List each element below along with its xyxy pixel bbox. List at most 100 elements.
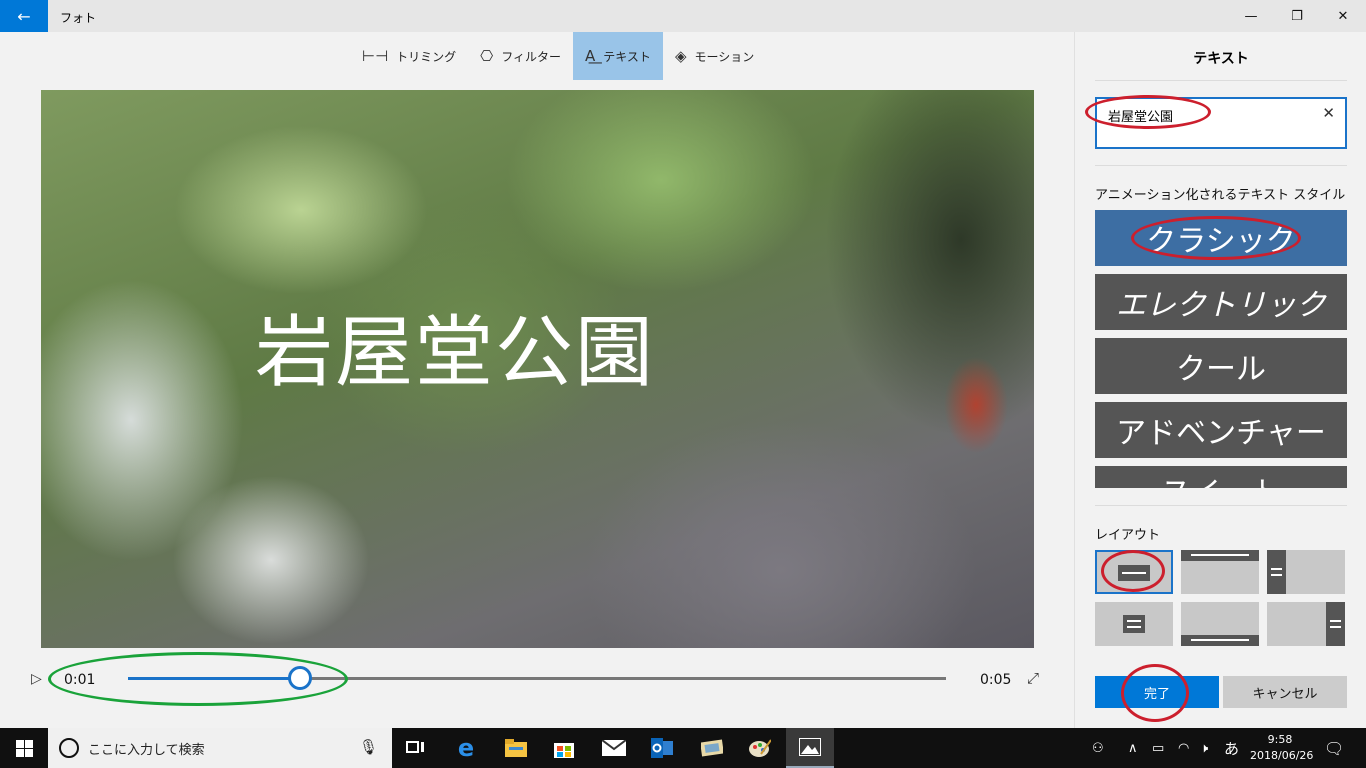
- photos-app-icon[interactable]: [786, 728, 834, 768]
- tab-label: トリミング: [396, 49, 457, 64]
- clock-date: 2018/06/26: [1250, 749, 1314, 762]
- close-icon: ✕: [1337, 8, 1349, 24]
- search-placeholder: ここに入力して検索: [88, 743, 205, 758]
- photo-viewer-glyph: [701, 739, 723, 757]
- layout-left-bar[interactable]: [1267, 550, 1345, 594]
- layout-center-large[interactable]: [1095, 550, 1173, 594]
- tab-label: モーション: [694, 49, 755, 64]
- title-bar: ← フォト — ❐ ✕: [0, 0, 1366, 32]
- microphone-icon[interactable]: 🎙: [359, 738, 378, 756]
- timeline-track[interactable]: [128, 677, 946, 680]
- clock[interactable]: 9:58 2018/06/26: [1250, 732, 1314, 764]
- divider: [1095, 165, 1347, 166]
- divider: [1095, 80, 1347, 81]
- close-button[interactable]: ✕: [1320, 0, 1366, 32]
- mail-glyph: [602, 740, 626, 756]
- tab-motion[interactable]: ◈ モーション: [663, 32, 766, 80]
- text-input-value: 岩屋堂公園: [1108, 110, 1174, 125]
- tray-overflow-icon[interactable]: ∧: [1128, 728, 1138, 768]
- layout-bar: [1123, 615, 1145, 633]
- ime-indicator[interactable]: あ: [1224, 728, 1239, 768]
- maximize-button[interactable]: ❐: [1274, 0, 1320, 32]
- back-button[interactable]: ←: [0, 0, 48, 32]
- paint-icon[interactable]: [736, 728, 784, 768]
- fullscreen-button[interactable]: ⤢: [1027, 669, 1039, 687]
- edge-browser-icon[interactable]: e: [442, 728, 490, 768]
- text-panel: テキスト 岩屋堂公園 ✕ アニメーション化されるテキスト スタイル クラシック …: [1074, 32, 1366, 728]
- motion-icon: ◈: [674, 47, 687, 65]
- filter-icon: ⎔: [480, 47, 494, 65]
- video-preview[interactable]: 岩屋堂公園: [41, 90, 1034, 648]
- layout-line: [1330, 626, 1341, 628]
- style-sweet[interactable]: スイート: [1095, 466, 1347, 488]
- file-explorer-icon[interactable]: [492, 728, 540, 768]
- done-button[interactable]: 完了: [1095, 676, 1219, 708]
- app-title: フォト: [60, 11, 97, 25]
- task-view-glyph: [406, 741, 424, 753]
- outlook-icon[interactable]: [638, 728, 686, 768]
- windows-logo-icon: [15, 739, 33, 757]
- layout-center-small[interactable]: [1095, 602, 1173, 646]
- photo-viewer-icon[interactable]: [688, 728, 736, 768]
- timeline-thumb[interactable]: [287, 666, 312, 690]
- play-button[interactable]: ▷: [31, 671, 42, 687]
- layout-line: [1122, 572, 1146, 574]
- volume-icon[interactable]: 🕨: [1200, 728, 1208, 768]
- folder-glyph: [505, 739, 527, 757]
- outlook-glyph: [651, 738, 673, 758]
- style-classic[interactable]: クラシック: [1095, 210, 1347, 266]
- minimize-button[interactable]: —: [1228, 0, 1274, 32]
- layout-line: [1191, 554, 1249, 556]
- mail-icon[interactable]: [590, 728, 638, 768]
- layout-label: レイアウト: [1095, 528, 1161, 543]
- layout-right-bar[interactable]: [1267, 602, 1345, 646]
- photos-glyph: [799, 738, 821, 756]
- back-arrow-icon: ←: [17, 6, 31, 26]
- cortana-icon: [59, 738, 79, 758]
- layout-top-banner[interactable]: [1181, 550, 1259, 594]
- start-button[interactable]: [0, 728, 48, 768]
- battery-icon[interactable]: ▭: [1152, 728, 1164, 768]
- tab-filter[interactable]: ⎔ フィルター: [468, 32, 573, 80]
- text-style-list[interactable]: クラシック エレクトリック クール アドベンチャー スイート: [1095, 210, 1347, 488]
- trim-icon: ⊢⊣: [362, 47, 389, 65]
- task-view-icon[interactable]: [392, 728, 440, 768]
- edit-toolbar: ⊢⊣ トリミング ⎔ フィルター A͟ テキスト ◈ モーション: [350, 32, 766, 80]
- layout-line: [1191, 639, 1249, 641]
- paint-glyph: [749, 739, 771, 757]
- cancel-button[interactable]: キャンセル: [1223, 676, 1347, 708]
- people-icon[interactable]: ⚇: [1092, 728, 1104, 768]
- layout-line: [1271, 568, 1282, 570]
- panel-title: テキスト: [1193, 51, 1249, 67]
- layout-line: [1127, 620, 1141, 622]
- preview-overlay-text: 岩屋堂公園: [254, 308, 655, 398]
- layout-bar: [1267, 550, 1286, 594]
- tab-text[interactable]: A͟ テキスト: [573, 32, 663, 80]
- current-time: 0:01: [64, 672, 96, 688]
- text-input[interactable]: 岩屋堂公園 ✕: [1095, 97, 1347, 149]
- layout-line: [1127, 626, 1141, 628]
- layout-line: [1271, 574, 1282, 576]
- style-electric[interactable]: エレクトリック: [1095, 274, 1347, 330]
- taskbar: ここに入力して検索 🎙 e ⚇ ∧ ▭ ◠ 🕨 あ 9:58 2018/06/2…: [0, 728, 1366, 768]
- style-adventure[interactable]: アドベンチャー: [1095, 402, 1347, 458]
- clock-time: 9:58: [1267, 733, 1293, 746]
- timeline-progress: [128, 677, 300, 680]
- maximize-icon: ❐: [1291, 8, 1303, 24]
- taskbar-search[interactable]: ここに入力して検索 🎙: [48, 728, 392, 768]
- layout-line: [1330, 620, 1341, 622]
- tab-trim[interactable]: ⊢⊣ トリミング: [350, 32, 468, 80]
- styles-label: アニメーション化されるテキスト スタイル: [1095, 188, 1346, 203]
- clear-icon[interactable]: ✕: [1322, 104, 1335, 122]
- layout-bar: [1326, 602, 1345, 646]
- wifi-icon[interactable]: ◠: [1178, 728, 1189, 768]
- minimize-icon: —: [1244, 8, 1258, 24]
- tab-label: テキスト: [603, 49, 651, 64]
- notification-icon[interactable]: 🗨: [1324, 728, 1344, 768]
- store-glyph: [554, 743, 574, 758]
- style-cool[interactable]: クール: [1095, 338, 1347, 394]
- divider: [1095, 505, 1347, 506]
- layout-bottom-banner[interactable]: [1181, 602, 1259, 646]
- tab-label: フィルター: [501, 49, 562, 64]
- store-icon[interactable]: [540, 728, 588, 768]
